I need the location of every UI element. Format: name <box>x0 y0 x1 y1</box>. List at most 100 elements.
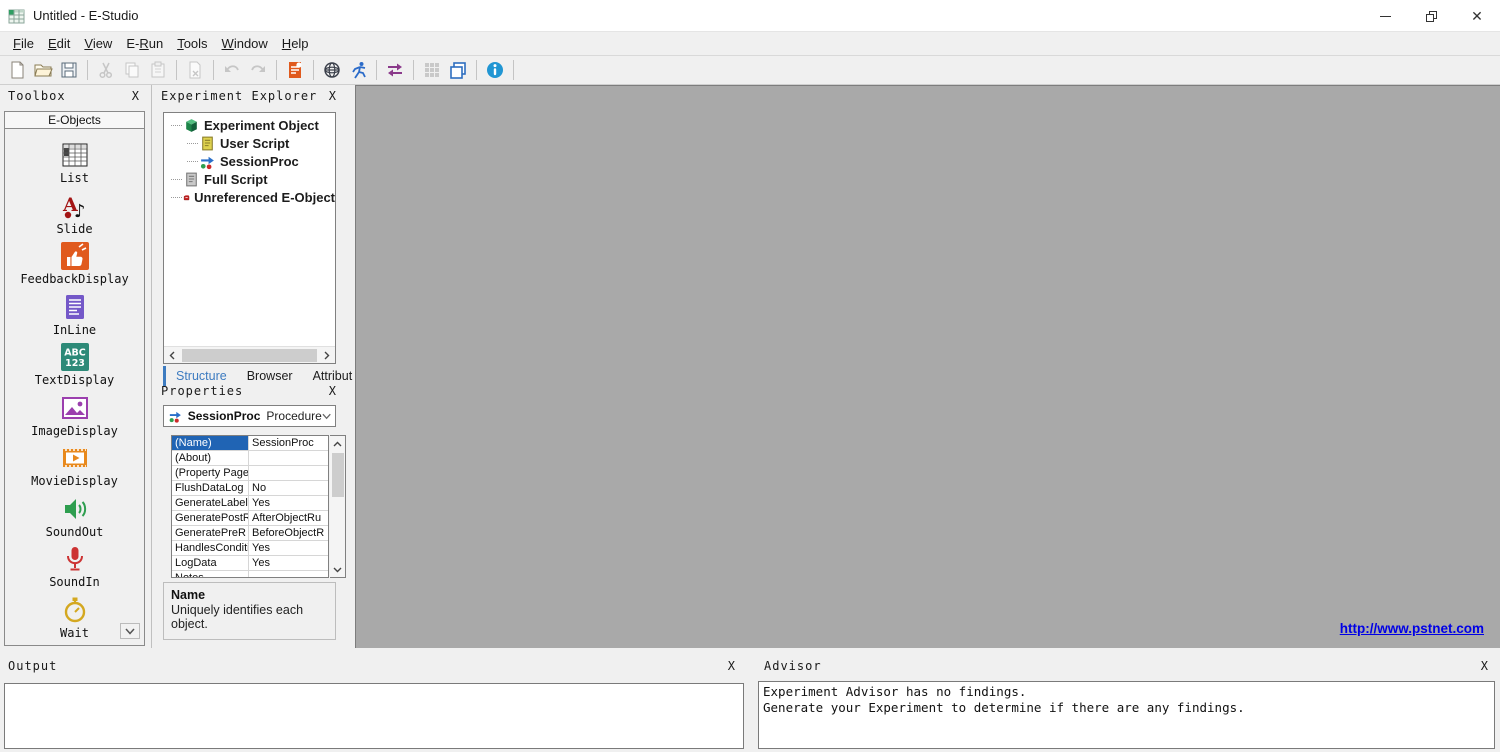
property-description: Name Uniquely identifies each object. <box>163 582 336 640</box>
menu-erun[interactable]: E-Run <box>119 33 170 54</box>
property-row[interactable]: HandlesConditiYes <box>172 541 328 556</box>
scrollbar-thumb[interactable] <box>182 349 317 362</box>
close-icon: ✕ <box>1471 9 1483 23</box>
property-row[interactable]: Notes <box>172 571 328 578</box>
property-row[interactable]: (Name)SessionProc <box>172 436 328 451</box>
run-button[interactable] <box>345 58 371 82</box>
explorer-horizontal-scrollbar[interactable] <box>164 346 335 363</box>
tool-soundin[interactable]: SoundIn <box>5 544 144 595</box>
open-button[interactable] <box>30 58 56 82</box>
restore-button[interactable] <box>1408 0 1454 32</box>
menu-tools[interactable]: Tools <box>170 33 214 54</box>
sound-in-icon <box>60 544 90 574</box>
tree-guide <box>171 125 182 126</box>
scroll-up-arrow[interactable] <box>330 436 346 451</box>
toolbar-separator <box>376 60 377 80</box>
toolbar-separator <box>413 60 414 80</box>
minimize-button[interactable] <box>1362 0 1408 32</box>
toolbox-scroll-down-button[interactable] <box>120 623 140 639</box>
tree-item-user-script[interactable]: User Script <box>164 134 335 152</box>
scroll-right-arrow[interactable] <box>319 347 335 364</box>
property-row[interactable]: (Property Page <box>172 466 328 481</box>
svg-text:♪: ♪ <box>74 201 86 221</box>
output-content[interactable] <box>4 683 744 749</box>
tool-inline[interactable]: InLine <box>5 292 144 343</box>
toolbar-separator <box>87 60 88 80</box>
output-close-button[interactable]: X <box>728 659 735 673</box>
property-row[interactable]: (About) <box>172 451 328 466</box>
close-button[interactable]: ✕ <box>1454 0 1500 32</box>
property-row[interactable]: FlushDataLogNo <box>172 481 328 496</box>
advisor-title: Advisor <box>764 659 822 673</box>
properties-title: Properties <box>161 384 243 398</box>
paste-button[interactable] <box>145 58 171 82</box>
e-studio-window: Untitled - E-Studio ✕ File Edit View E-R… <box>0 0 1500 752</box>
tree-item-sessionproc[interactable]: SessionProc <box>164 152 335 170</box>
grid-button[interactable] <box>419 58 445 82</box>
undo-button[interactable] <box>219 58 245 82</box>
tool-soundout[interactable]: SoundOut <box>5 494 144 545</box>
new-button[interactable] <box>4 58 30 82</box>
scroll-down-arrow[interactable] <box>330 562 346 577</box>
merge-button[interactable] <box>382 58 408 82</box>
advisor-content[interactable]: Experiment Advisor has no findings. Gene… <box>758 681 1495 749</box>
scrollbar-thumb[interactable] <box>332 453 344 497</box>
property-description-title: Name <box>171 588 328 602</box>
horizontal-splitter[interactable] <box>0 648 1500 655</box>
undo-icon <box>222 60 242 80</box>
save-icon <box>59 60 79 80</box>
explorer-close-button[interactable]: X <box>329 89 336 103</box>
svg-text:ABC: ABC <box>64 348 86 359</box>
tool-moviedisplay[interactable]: MovieDisplay <box>5 443 144 494</box>
menu-file[interactable]: File <box>6 33 41 54</box>
paste-icon <box>148 60 168 80</box>
scroll-left-arrow[interactable] <box>164 347 180 364</box>
object-selector-dropdown[interactable]: SessionProc Procedure <box>163 405 336 427</box>
vertical-splitter[interactable] <box>747 655 756 752</box>
tool-textdisplay[interactable]: ABC123 TextDisplay <box>5 342 144 393</box>
property-row[interactable]: GeneratePostRAfterObjectRu <box>172 511 328 526</box>
explorer-tree: Experiment Object User Script SessionPro… <box>163 112 336 364</box>
menu-window[interactable]: Window <box>215 33 275 54</box>
about-button[interactable] <box>482 58 508 82</box>
menu-view[interactable]: View <box>77 33 119 54</box>
property-row[interactable]: GenerateLabelYes <box>172 496 328 511</box>
delete-button[interactable] <box>182 58 208 82</box>
package-button[interactable] <box>319 58 345 82</box>
cut-button[interactable] <box>93 58 119 82</box>
windows-button[interactable] <box>445 58 471 82</box>
toolbox-close-button[interactable]: X <box>132 89 139 103</box>
advisor-close-button[interactable]: X <box>1481 659 1488 673</box>
tool-slide[interactable]: A♪ Slide <box>5 191 144 242</box>
property-row[interactable]: LogDataYes <box>172 556 328 571</box>
pstnet-link[interactable]: http://www.pstnet.com <box>1340 621 1484 636</box>
menu-help[interactable]: Help <box>275 33 316 54</box>
grid-icon <box>422 60 442 80</box>
title-bar: Untitled - E-Studio ✕ <box>0 0 1500 32</box>
toolbox-title: Toolbox <box>8 89 66 103</box>
tool-feedbackdisplay[interactable]: FeedbackDisplay <box>5 241 144 292</box>
experiment-object-icon <box>183 117 200 134</box>
property-grid: (Name)SessionProc (About) (Property Page… <box>171 435 329 578</box>
run-icon <box>348 60 368 80</box>
eobjects-group-button[interactable]: E-Objects <box>5 112 144 129</box>
menu-edit[interactable]: Edit <box>41 33 77 54</box>
menu-bar: File Edit View E-Run Tools Window Help <box>0 32 1500 56</box>
toolbar-separator <box>313 60 314 80</box>
image-display-icon <box>60 393 90 423</box>
toolbar-separator <box>276 60 277 80</box>
merge-icon <box>385 60 405 80</box>
property-grid-scrollbar[interactable] <box>330 435 346 578</box>
tree-item-experiment-object[interactable]: Experiment Object <box>164 116 335 134</box>
properties-close-button[interactable]: X <box>329 384 336 398</box>
redo-button[interactable] <box>245 58 271 82</box>
copy-button[interactable] <box>119 58 145 82</box>
save-button[interactable] <box>56 58 82 82</box>
selected-object-type: Procedure <box>266 409 321 423</box>
tool-list[interactable]: List <box>5 140 144 191</box>
tree-item-unreferenced-eobject[interactable]: Unreferenced E-Object <box>164 188 335 206</box>
tree-item-full-script[interactable]: Full Script <box>164 170 335 188</box>
generate-script-button[interactable] <box>282 58 308 82</box>
property-row[interactable]: GeneratePreRBeforeObjectR <box>172 526 328 541</box>
tool-imagedisplay[interactable]: ImageDisplay <box>5 393 144 444</box>
